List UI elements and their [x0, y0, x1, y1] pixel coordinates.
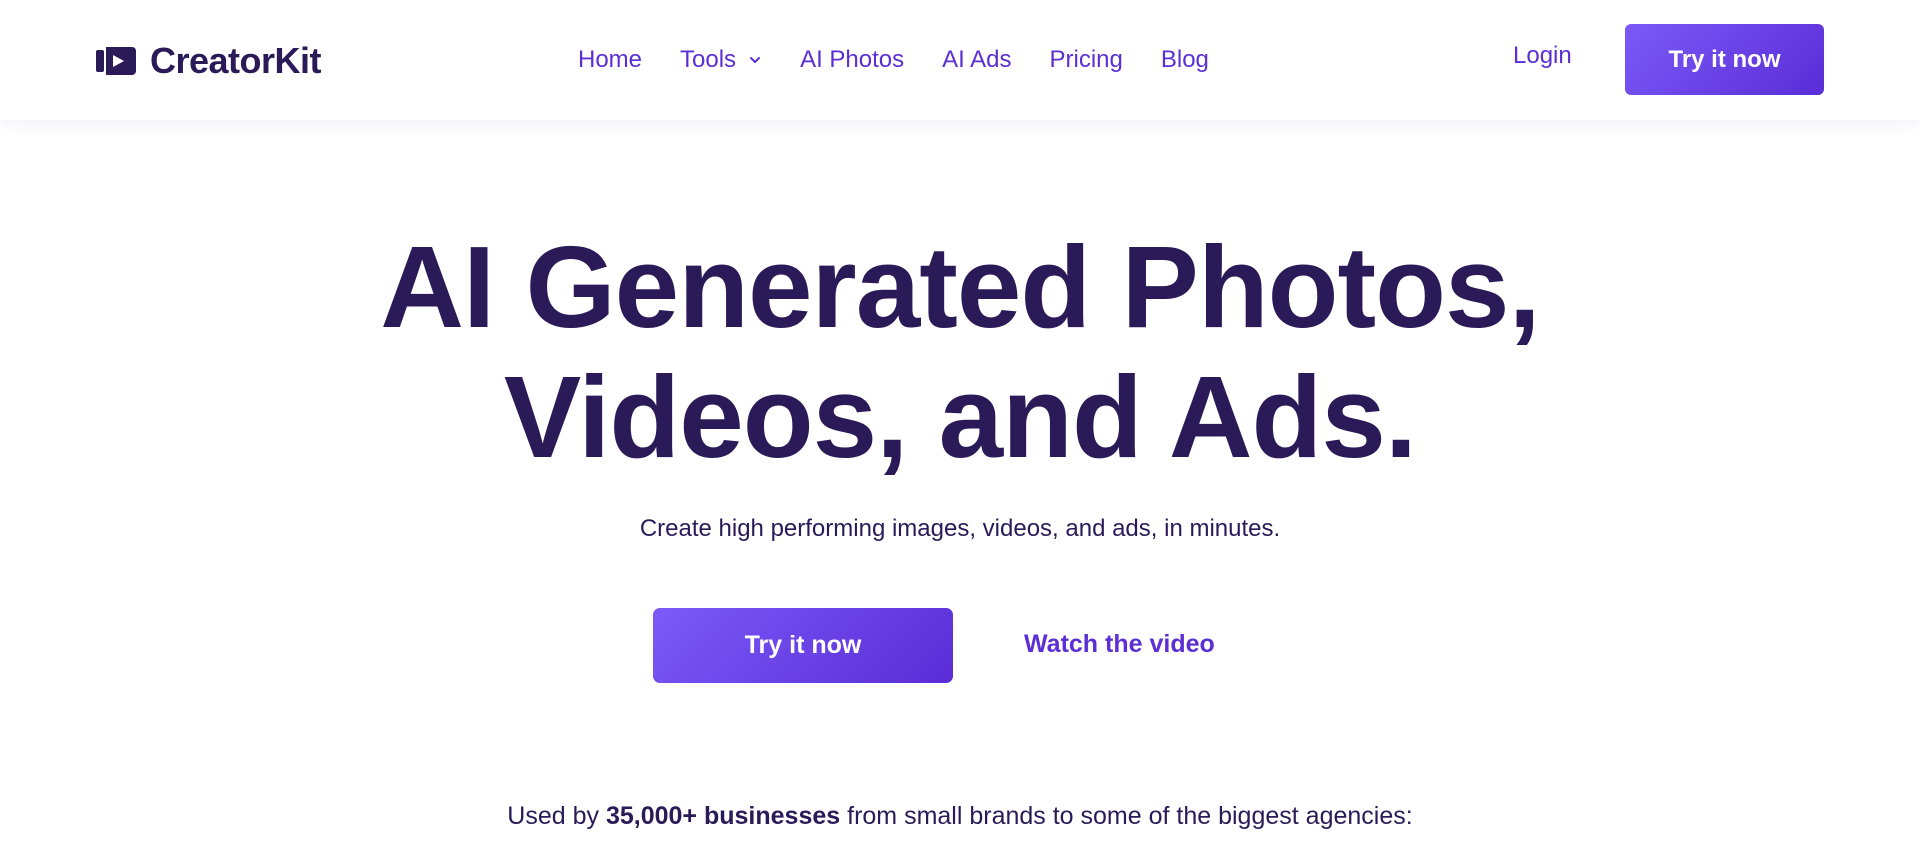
- hero-title-line-2: Videos, and Ads.: [503, 352, 1417, 482]
- nav-item-ai-photos[interactable]: AI Photos: [800, 46, 904, 74]
- main-nav: Home Tools AI Photos AI Ads Pricing Blog: [578, 40, 1209, 80]
- social-proof-highlight: 35,000+ businesses: [605, 802, 841, 830]
- watch-video-link[interactable]: Watch the video: [1024, 630, 1215, 659]
- nav-item-tools[interactable]: Tools: [680, 46, 762, 74]
- header-try-it-now-button[interactable]: Try it now: [1625, 24, 1824, 95]
- hero-subtitle: Create high performing images, videos, a…: [639, 515, 1281, 542]
- brand-name: CreatorKit: [150, 40, 322, 81]
- social-proof-suffix: from small brands to some of the biggest…: [840, 802, 1413, 830]
- nav-item-label: Blog: [1160, 46, 1209, 73]
- hero-try-it-now-button[interactable]: Try it now: [653, 608, 953, 683]
- social-proof-text: Used by 35,000+ businesses from small br…: [0, 802, 1920, 831]
- login-link[interactable]: Login: [1513, 42, 1572, 70]
- nav-item-ai-ads[interactable]: AI Ads: [942, 46, 1011, 74]
- video-play-icon: [96, 47, 136, 75]
- site-header: CreatorKit Home Tools AI Photos AI Ads P…: [0, 0, 1920, 120]
- hero-title: AI Generated Photos, Videos, and Ads.: [0, 222, 1920, 482]
- nav-item-label: Pricing: [1049, 46, 1123, 73]
- nav-item-label: AI Ads: [942, 46, 1012, 73]
- brand-logo[interactable]: CreatorKit: [96, 38, 322, 84]
- nav-item-label: Home: [578, 46, 643, 73]
- nav-item-home[interactable]: Home: [578, 46, 642, 74]
- nav-item-label: AI Photos: [800, 46, 905, 73]
- nav-item-label: Tools: [680, 46, 737, 73]
- nav-item-pricing[interactable]: Pricing: [1050, 46, 1123, 74]
- hero-title-line-1: AI Generated Photos,: [380, 222, 1541, 352]
- chevron-down-icon: [750, 57, 761, 63]
- nav-item-blog[interactable]: Blog: [1161, 46, 1209, 74]
- social-proof-prefix: Used by: [507, 802, 606, 830]
